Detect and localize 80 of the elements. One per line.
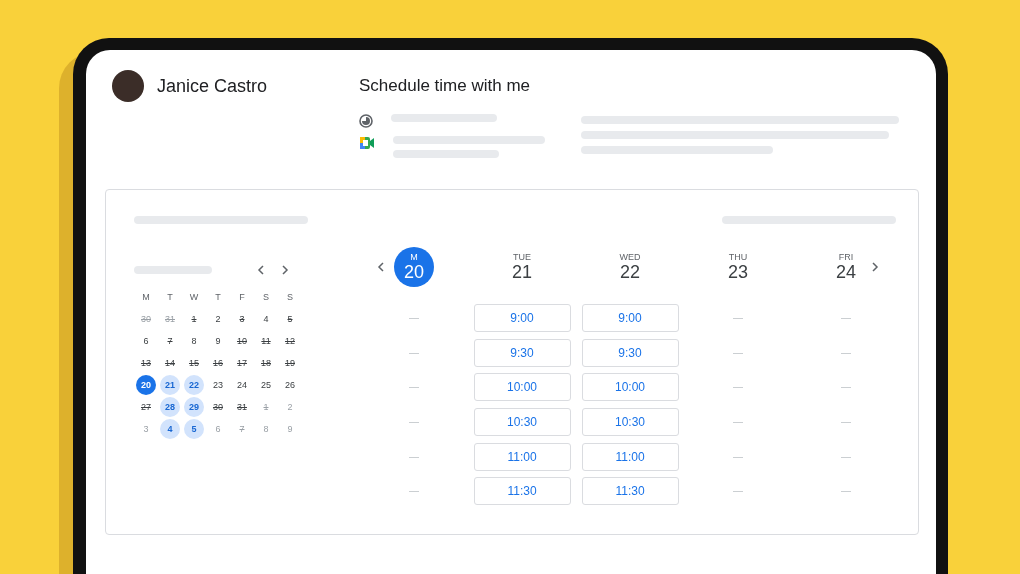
no-slot-dash: — <box>408 345 420 360</box>
host-name: Janice Castro <box>157 75 268 97</box>
calendar-day[interactable]: 31 <box>232 397 252 417</box>
avatar <box>112 70 144 102</box>
calendar-day[interactable]: 5 <box>184 419 204 439</box>
calendar-day[interactable]: 11 <box>256 331 276 351</box>
calendar-day[interactable]: 15 <box>184 353 204 373</box>
time-slot-button[interactable]: 11:30 <box>581 477 679 506</box>
calendar-day[interactable]: 14 <box>160 353 180 373</box>
time-slot-button[interactable]: 10:00 <box>581 373 679 402</box>
weekday-label: M <box>141 291 151 304</box>
no-slot-dash: — <box>732 311 744 325</box>
no-slot-dash: — <box>840 415 852 430</box>
calendar-day[interactable]: 4 <box>160 419 180 439</box>
time-slot-button[interactable]: 9:00 <box>581 304 679 332</box>
no-slot-dash: — <box>840 345 852 360</box>
no-slot-dash: — <box>408 449 420 464</box>
calendar-day[interactable]: 9 <box>208 331 228 351</box>
day-header[interactable]: FRI 24 <box>826 247 866 287</box>
no-slot-dash: — <box>408 380 420 395</box>
time-slot-button[interactable]: 9:30 <box>473 338 571 367</box>
weekday-label: S <box>286 291 294 304</box>
calendar-day[interactable]: 25 <box>256 375 276 395</box>
time-slot-button[interactable]: 11:00 <box>581 442 679 471</box>
time-slot-button[interactable]: 10:30 <box>473 408 571 437</box>
calendar-day[interactable]: 13 <box>136 353 156 373</box>
time-slot-button[interactable]: 10:30 <box>581 408 679 437</box>
calendar-day[interactable]: 20 <box>136 375 156 395</box>
calendar-day[interactable]: 29 <box>184 397 204 417</box>
calendar-day[interactable]: 26 <box>280 375 300 395</box>
calendar-day[interactable]: 8 <box>184 331 204 351</box>
calendar-day[interactable]: 12 <box>280 331 300 351</box>
calendar-day[interactable]: 18 <box>256 353 276 373</box>
calendar-day[interactable]: 21 <box>160 375 180 395</box>
no-slot-dash: — <box>840 484 852 499</box>
calendar-day[interactable]: 16 <box>208 353 228 373</box>
calendar-day[interactable]: 6 <box>136 331 156 351</box>
no-slot-dash: — <box>408 415 420 430</box>
calendar-day[interactable]: 2 <box>208 309 228 329</box>
calendar-day[interactable]: 19 <box>280 353 300 373</box>
time-slot-button[interactable]: 9:00 <box>473 304 571 332</box>
no-slot-dash: — <box>732 380 744 395</box>
time-slot-button[interactable]: 11:30 <box>473 477 571 506</box>
no-slot-dash: — <box>732 345 744 360</box>
calendar-day[interactable]: 1 <box>184 309 204 329</box>
calendar-day[interactable]: 23 <box>208 375 228 395</box>
weekday-label: W <box>188 291 200 304</box>
time-slot-button[interactable]: 9:30 <box>581 338 679 367</box>
calendar-day[interactable]: 10 <box>232 331 252 351</box>
day-header[interactable]: WED 22 <box>610 247 650 287</box>
calendar-day[interactable]: 28 <box>160 397 180 417</box>
no-slot-dash: — <box>840 380 852 395</box>
calendar-day[interactable]: 7 <box>160 331 180 351</box>
no-slot-dash: — <box>840 449 852 464</box>
calendar-day[interactable]: 27 <box>136 397 156 417</box>
no-slot-dash: — <box>840 311 852 325</box>
calendar-day[interactable]: 3 <box>232 309 252 329</box>
time-slot-button[interactable]: 10:00 <box>473 373 571 402</box>
day-header[interactable]: TUE 21 <box>502 247 542 287</box>
no-slot-dash: — <box>732 449 744 464</box>
day-header[interactable]: THU 23 <box>718 247 758 287</box>
calendar-day[interactable]: 4 <box>256 309 276 329</box>
time-slot-button[interactable]: 11:00 <box>473 442 571 471</box>
weekday-label: T <box>166 291 174 304</box>
no-slot-dash: — <box>732 415 744 430</box>
calendar-day[interactable]: 24 <box>232 375 252 395</box>
no-slot-dash: — <box>408 311 420 325</box>
no-slot-dash: — <box>408 484 420 499</box>
video-call-icon <box>359 136 375 150</box>
weekday-label: S <box>262 291 270 304</box>
weekday-label: T <box>214 291 222 304</box>
weekday-label: F <box>238 291 246 304</box>
page-title: Schedule time with me <box>359 75 532 97</box>
calendar-day[interactable]: 22 <box>184 375 204 395</box>
clock-icon <box>359 114 373 128</box>
no-slot-dash: — <box>732 484 744 499</box>
calendar-day[interactable]: 17 <box>232 353 252 373</box>
calendar-day[interactable]: 30 <box>208 397 228 417</box>
day-header[interactable]: M 20 <box>394 247 434 287</box>
calendar-day[interactable]: 5 <box>280 309 300 329</box>
